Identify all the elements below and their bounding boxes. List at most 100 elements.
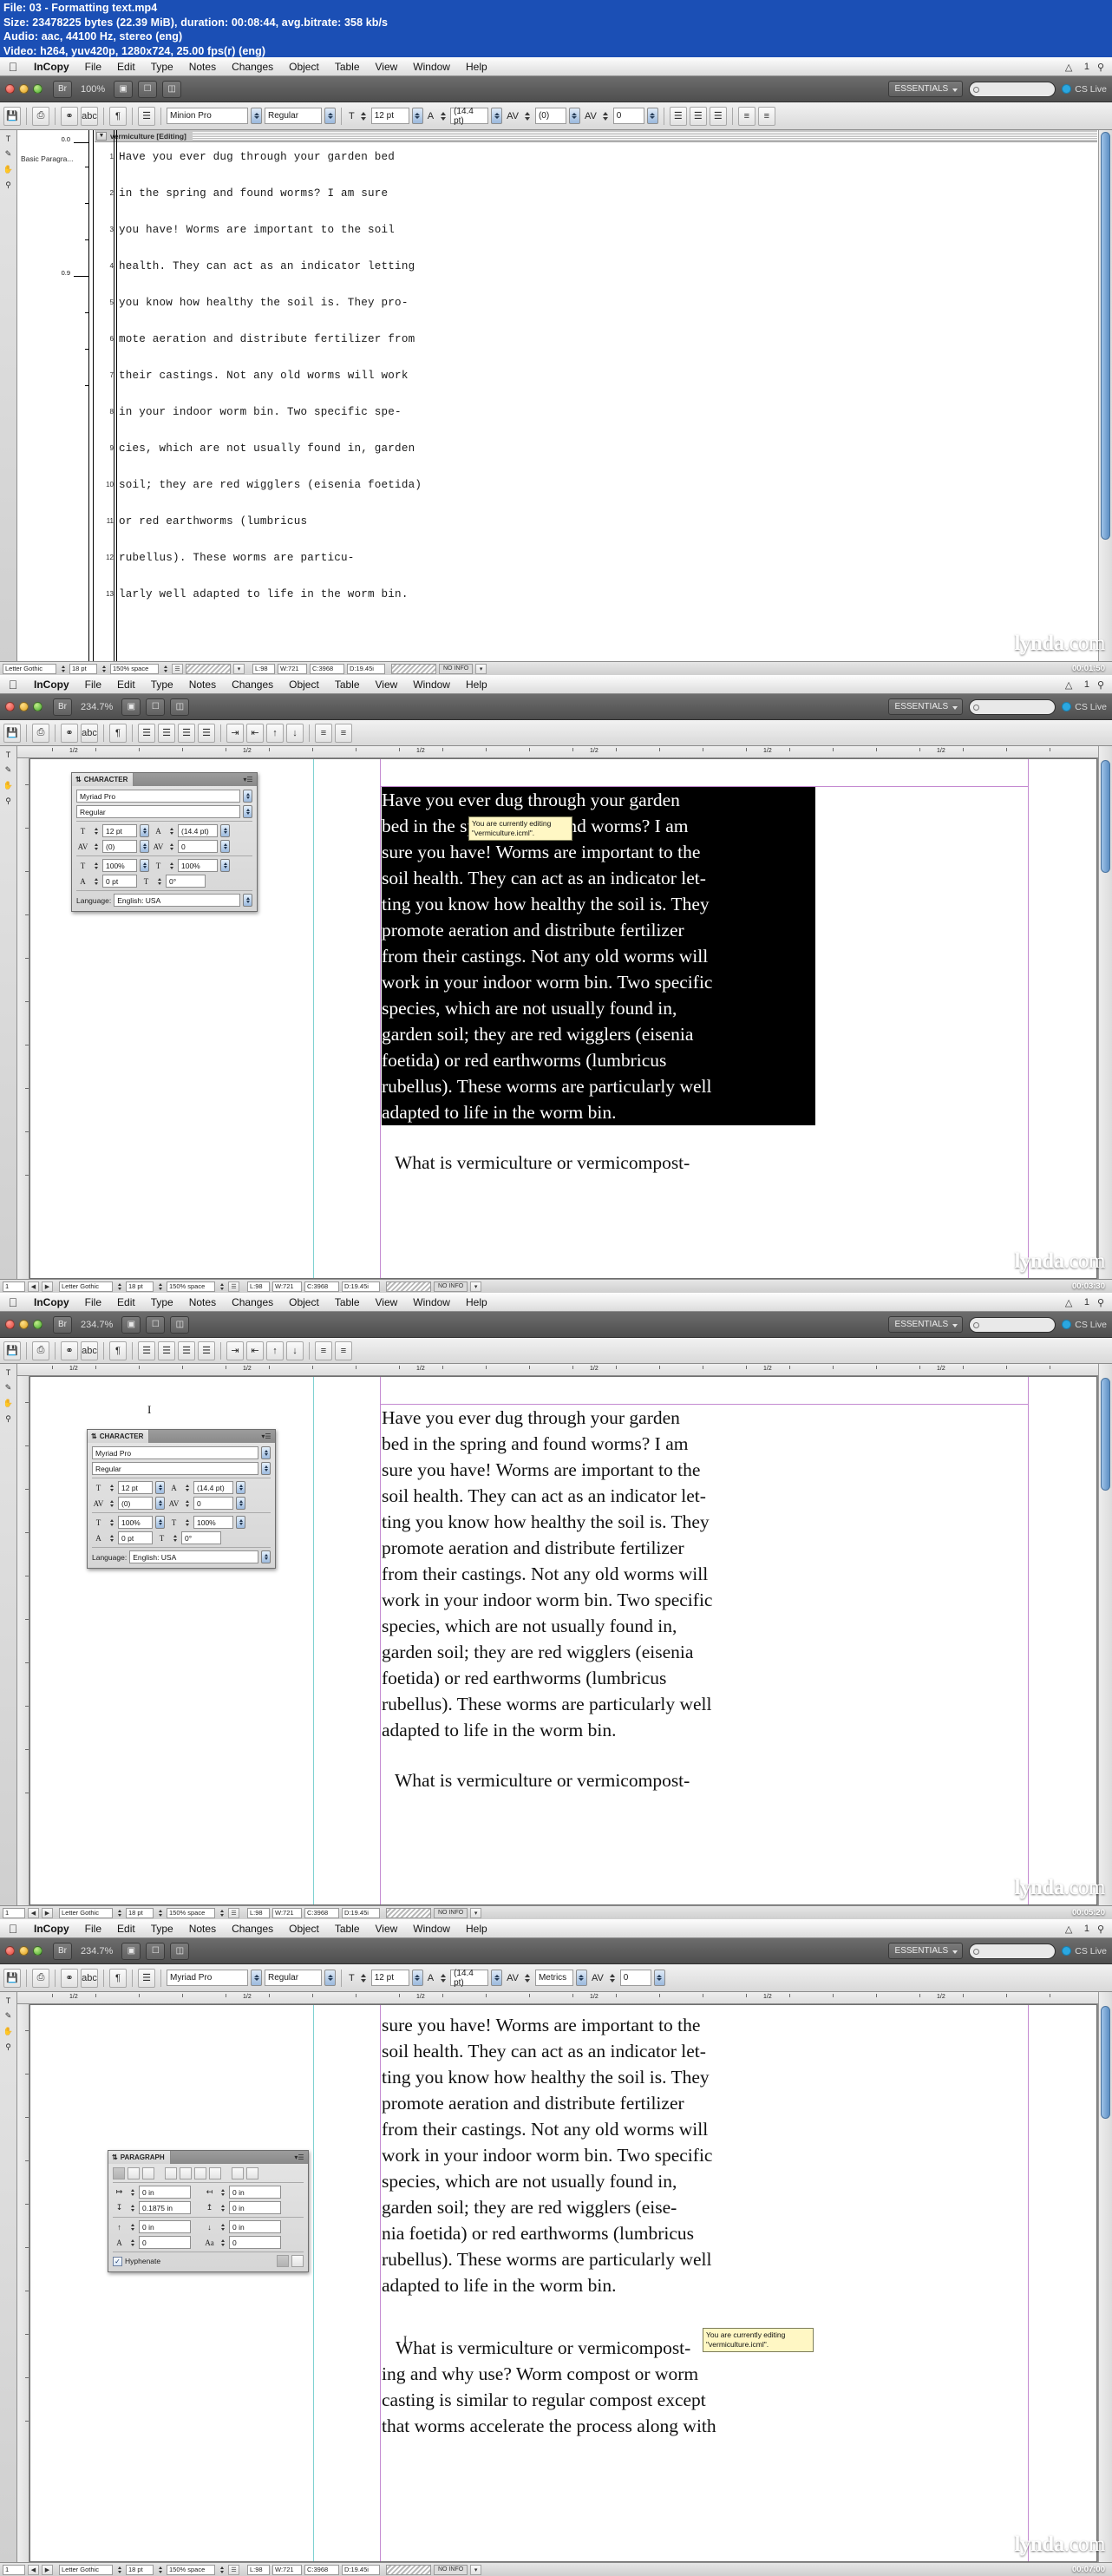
status-menu-icon[interactable]: ▾ bbox=[475, 663, 487, 674]
vertical-scale-arrows[interactable] bbox=[108, 1516, 115, 1529]
arrange-documents-icon[interactable]: ◫ bbox=[170, 1942, 190, 1960]
panel-font-family-field[interactable]: Myriad Pro bbox=[76, 790, 240, 803]
panel-kerning-stepper[interactable] bbox=[155, 1497, 165, 1510]
note-tool-icon[interactable]: ✎ bbox=[2, 1382, 15, 1393]
status-linespacing-stepper[interactable] bbox=[218, 2563, 226, 2576]
page-number-field[interactable]: 1 bbox=[3, 1907, 25, 1918]
status-linespacing-stepper[interactable] bbox=[218, 1280, 226, 1293]
apple-logo-icon[interactable]:  bbox=[0, 61, 26, 73]
zoom-level-value[interactable]: 234.7% bbox=[77, 1320, 116, 1330]
layout-view[interactable]: 1/2 1/2 1/2 1/2 1/2 1/2 bbox=[17, 1364, 1112, 1905]
indent-left-icon[interactable]: ⇥ bbox=[226, 1340, 244, 1360]
font-family-stepper[interactable] bbox=[251, 1970, 262, 1986]
show-hidden-characters-icon[interactable]: ¶ bbox=[109, 1340, 127, 1360]
minimize-button[interactable] bbox=[19, 1946, 29, 1956]
drop-cap-chars-arrows[interactable] bbox=[219, 2236, 226, 2249]
panel-kerning-field[interactable]: (0) bbox=[102, 840, 137, 853]
status-size-field[interactable]: 18 pt bbox=[126, 1907, 154, 1918]
space-before-icon[interactable]: ↑ bbox=[266, 723, 284, 743]
panel-font-size-field[interactable]: 12 pt bbox=[118, 1481, 153, 1494]
baseline-shift-arrows[interactable] bbox=[92, 875, 100, 888]
print-icon[interactable]: ⎙ bbox=[32, 106, 49, 126]
vertical-ruler[interactable] bbox=[17, 758, 29, 1279]
character-panel-tab[interactable]: ⇅ CHARACTER bbox=[72, 773, 134, 786]
menu-item-incopy[interactable]: InCopy bbox=[26, 61, 77, 73]
leading-arrows[interactable] bbox=[167, 824, 175, 837]
arrange-documents-icon[interactable]: ◫ bbox=[170, 1315, 190, 1334]
vertical-scale-arrows[interactable] bbox=[92, 859, 100, 872]
galley-vertical-scrollbar[interactable] bbox=[1098, 130, 1112, 661]
tracking-field[interactable]: 0 bbox=[619, 1970, 651, 1986]
font-size-arrows[interactable] bbox=[359, 108, 369, 124]
menu-item-view[interactable]: View bbox=[368, 678, 406, 691]
menu-item-object[interactable]: Object bbox=[281, 1296, 327, 1308]
align-center-button[interactable] bbox=[128, 2167, 140, 2179]
leading-field[interactable]: (14.4 pt) bbox=[450, 1969, 489, 1988]
print-icon[interactable]: ⎙ bbox=[32, 723, 49, 743]
story-text[interactable]: Have you ever dug through your garden be… bbox=[382, 1405, 824, 1743]
bulleted-list-icon[interactable]: ≡ bbox=[315, 1340, 332, 1360]
menu-item-type[interactable]: Type bbox=[143, 678, 181, 691]
window-controls[interactable] bbox=[5, 702, 43, 711]
find-change-icon[interactable]: ⚭ bbox=[61, 1340, 78, 1360]
font-size-field[interactable]: 12 pt bbox=[370, 108, 409, 124]
space-before-icon[interactable]: ↑ bbox=[266, 1340, 284, 1360]
story-paragraph-2[interactable]: What is vermiculture or vermicompost- bbox=[395, 1767, 846, 1793]
panel-font-family-stepper[interactable] bbox=[261, 1446, 271, 1459]
layout-vertical-scrollbar[interactable] bbox=[1098, 1992, 1112, 2562]
menu-item-view[interactable]: View bbox=[368, 1923, 406, 1935]
spotlight-search-icon[interactable]: ⚲ bbox=[1097, 62, 1109, 73]
menu-item-window[interactable]: Window bbox=[405, 1923, 458, 1935]
type-tool-icon[interactable]: T bbox=[2, 1367, 15, 1378]
drop-cap-lines-arrows[interactable] bbox=[128, 2236, 136, 2249]
status-style-stepper[interactable] bbox=[59, 662, 67, 675]
close-button[interactable] bbox=[5, 1946, 15, 1956]
paragraph-panel[interactable]: ⇅ PARAGRAPH ▾☰ ↦ 0 in ↤ 0 in ↧ 0.1875 in… bbox=[108, 2150, 309, 2272]
status-style-stepper[interactable] bbox=[115, 1280, 123, 1293]
menu-item-file[interactable]: File bbox=[77, 1296, 109, 1308]
panel-horizontal-scale-stepper[interactable] bbox=[236, 1516, 245, 1529]
panel-space-after-field[interactable]: 0 in bbox=[229, 2220, 281, 2233]
arrange-documents-icon[interactable]: ◫ bbox=[162, 80, 182, 98]
kerning-stepper[interactable] bbox=[575, 1970, 587, 1986]
bridge-button[interactable]: Br bbox=[53, 80, 72, 98]
panel-font-size-field[interactable]: 12 pt bbox=[102, 824, 137, 837]
horizontal-ruler[interactable]: 1/2 1/2 1/2 1/2 1/2 1/2 bbox=[17, 1992, 1112, 2004]
leading-arrows[interactable] bbox=[438, 1970, 448, 1986]
font-size-arrows[interactable] bbox=[108, 1481, 115, 1494]
bridge-button[interactable]: Br bbox=[53, 1315, 72, 1334]
zoom-button[interactable] bbox=[33, 1946, 43, 1956]
status-linespacing-stepper[interactable] bbox=[218, 1906, 226, 1919]
menu-item-changes[interactable]: Changes bbox=[224, 678, 281, 691]
wifi-icon[interactable]: △ bbox=[1065, 1924, 1076, 1935]
menu-item-view[interactable]: View bbox=[368, 1296, 406, 1308]
font-size-stepper[interactable] bbox=[411, 1970, 423, 1986]
menu-item-notes[interactable]: Notes bbox=[181, 61, 224, 73]
menu-item-table[interactable]: Table bbox=[327, 1923, 368, 1935]
indent-left-icon[interactable]: ⇥ bbox=[226, 723, 244, 743]
font-size-arrows[interactable] bbox=[92, 824, 100, 837]
panel-leading-stepper[interactable] bbox=[236, 1481, 245, 1494]
align-right-icon[interactable]: ☰ bbox=[178, 723, 195, 743]
story-text[interactable]: sure you have! Worms are important to th… bbox=[382, 2012, 824, 2298]
panel-baseline-shift-field[interactable]: 0 pt bbox=[102, 875, 137, 888]
space-after-icon[interactable]: ↓ bbox=[286, 723, 304, 743]
align-right-icon[interactable]: ☰ bbox=[709, 106, 727, 126]
scrollbar-thumb[interactable] bbox=[1101, 132, 1110, 540]
close-button[interactable] bbox=[5, 1320, 15, 1329]
leading-stepper[interactable] bbox=[491, 1970, 503, 1986]
leading-arrows[interactable] bbox=[183, 1481, 191, 1494]
balance-ragged-lines-button[interactable] bbox=[277, 2255, 289, 2267]
find-change-icon[interactable]: ⚭ bbox=[61, 1968, 78, 1988]
panel-language-field[interactable]: English: USA bbox=[114, 894, 240, 907]
font-style-stepper[interactable] bbox=[324, 1970, 336, 1986]
indent-right-icon[interactable]: ⇤ bbox=[246, 1340, 264, 1360]
galley-view-toggle-icon[interactable]: ☰ bbox=[228, 1281, 239, 1292]
selected-story-text[interactable]: Have you ever dug through your garden be… bbox=[382, 787, 815, 1125]
cs-live-button[interactable]: CS Live bbox=[1062, 1320, 1107, 1330]
page-number-field[interactable]: 1 bbox=[3, 2564, 25, 2575]
menu-item-incopy[interactable]: InCopy bbox=[26, 678, 77, 691]
numbered-list-icon[interactable]: ≡ bbox=[335, 723, 352, 743]
kerning-arrows[interactable] bbox=[523, 1970, 533, 1986]
page-next-icon[interactable]: ▶ bbox=[42, 2564, 53, 2575]
